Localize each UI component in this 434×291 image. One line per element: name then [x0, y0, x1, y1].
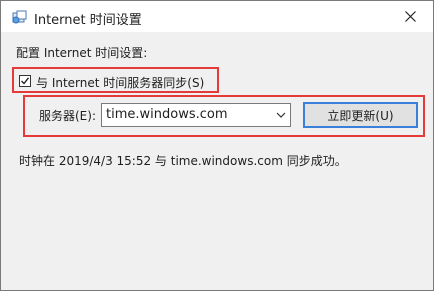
chevron-down-icon [276, 112, 286, 118]
close-button[interactable] [387, 1, 433, 32]
server-label: 服务器(E): [39, 109, 96, 123]
sync-status-text: 时钟在 2019/4/3 15:52 与 time.windows.com 同步… [19, 154, 347, 168]
update-now-button[interactable]: 立即更新(U) [303, 102, 418, 128]
server-value: time.windows.com [106, 107, 228, 122]
sync-checkbox[interactable] [19, 75, 31, 87]
title-bar: Internet 时间设置 [1, 1, 433, 32]
checkmark-icon [21, 77, 30, 85]
sync-checkbox-label[interactable]: 与 Internet 时间服务器同步(S) [36, 74, 204, 91]
internet-time-dialog: Internet 时间设置 配置 Internet 时间设置: 与 Intern… [0, 0, 434, 291]
close-icon [404, 11, 416, 22]
server-dropdown[interactable]: time.windows.com [101, 103, 291, 127]
clock-app-icon [12, 10, 27, 25]
window-title: Internet 时间设置 [34, 13, 142, 28]
section-label: 配置 Internet 时间设置: [16, 46, 148, 60]
